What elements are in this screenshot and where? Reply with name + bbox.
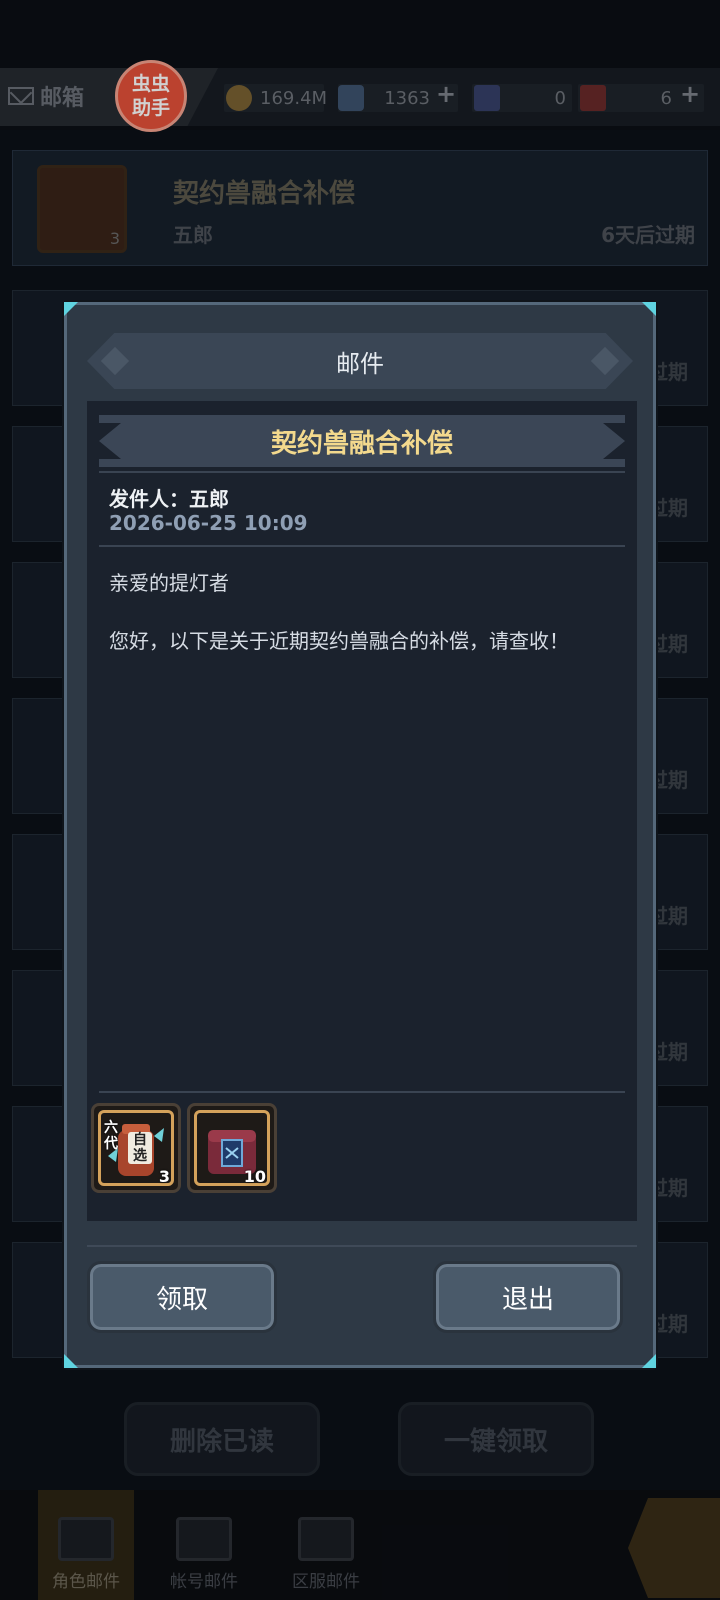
reward-tag-gen6: 六代 (104, 1120, 118, 1152)
reward-item[interactable]: 10 (187, 1103, 277, 1193)
subject-bar: 契约兽融合补偿 (99, 415, 625, 467)
corner-ornament (64, 302, 78, 316)
mail-body: 您好，以下是关于近期契约兽融合的补偿，请查收！ (109, 629, 569, 653)
mail-sender-line: 发件人：五郎 (109, 487, 229, 511)
dialog-header: 邮件 (87, 333, 633, 389)
mail-dialog: 邮件 契约兽融合补偿 发件人：五郎 2026-06-25 10:09 亲爱的提灯… (64, 302, 656, 1368)
corner-ornament (642, 1354, 656, 1368)
dialog-title: 邮件 (336, 349, 384, 378)
reward-quantity: 3 (158, 1167, 170, 1186)
mail-subject: 契约兽融合补偿 (270, 428, 453, 459)
reward-tag-pick: 自选 (128, 1132, 152, 1164)
divider (99, 545, 625, 547)
diamond-ornament (100, 346, 130, 376)
divider (99, 1091, 625, 1093)
corner-ornament (642, 302, 656, 316)
divider (87, 1245, 637, 1247)
diamond-ornament (590, 346, 620, 376)
mail-content-panel: 契约兽融合补偿 发件人：五郎 2026-06-25 10:09 亲爱的提灯者 您… (87, 401, 637, 1221)
mail-date: 2026-06-25 10:09 (109, 511, 308, 535)
claim-button[interactable]: 领取 (87, 1261, 277, 1333)
exit-button[interactable]: 退出 (433, 1261, 623, 1333)
corner-ornament (64, 1354, 78, 1368)
divider (99, 471, 625, 473)
reward-item[interactable]: 六代 自选 3 (91, 1103, 181, 1193)
reward-quantity: 10 (243, 1167, 266, 1186)
mail-greeting: 亲爱的提灯者 (109, 571, 229, 595)
